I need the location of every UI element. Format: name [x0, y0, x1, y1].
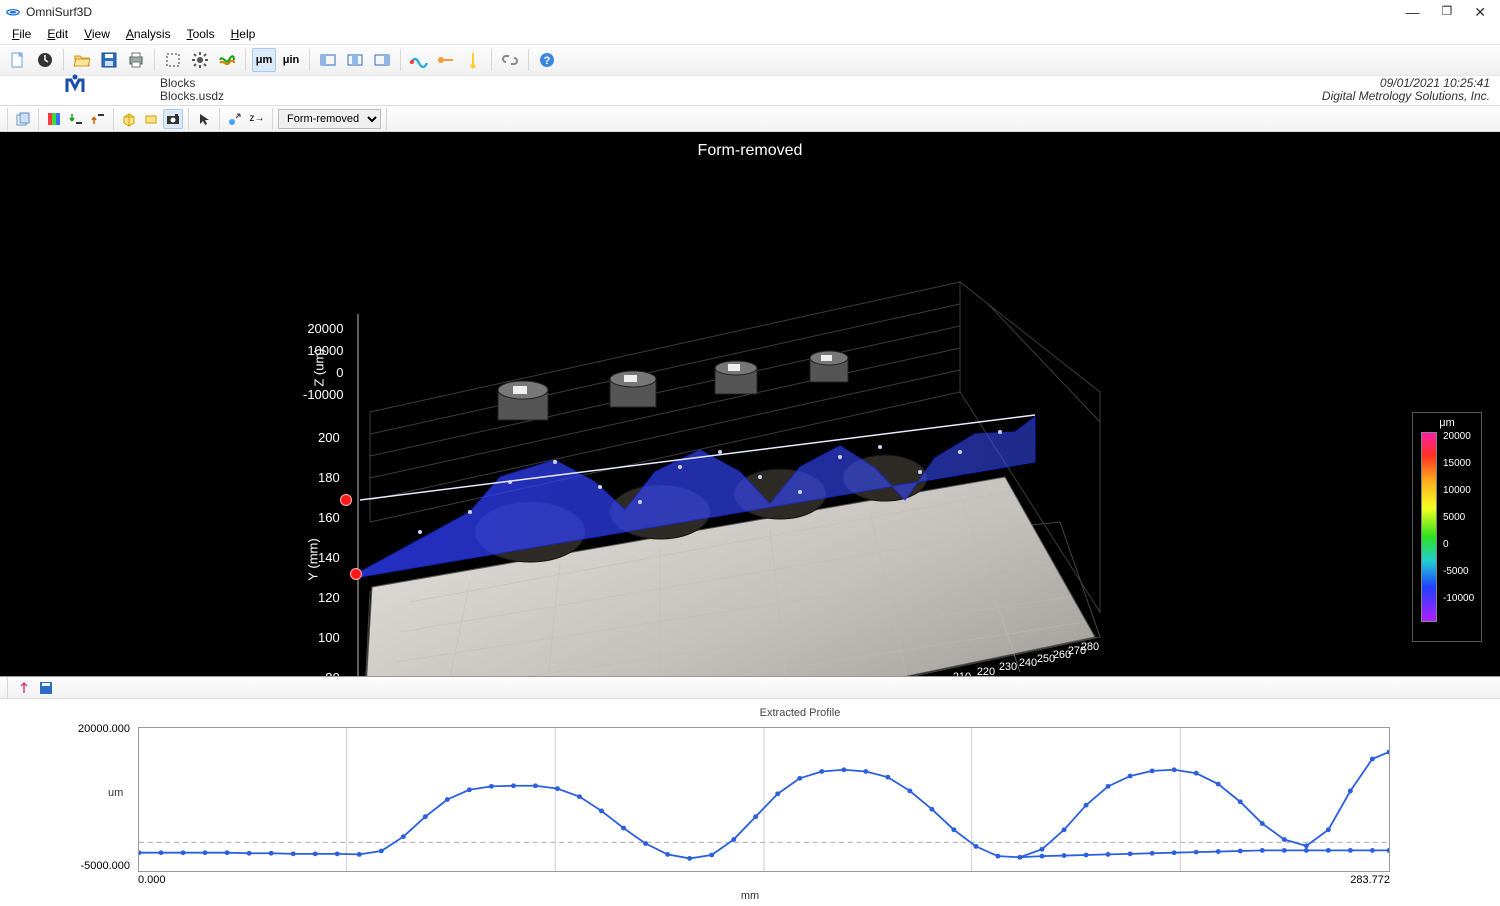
- crop-button[interactable]: [161, 48, 185, 72]
- camera-button[interactable]: [163, 109, 183, 129]
- profile-toolbar: [0, 677, 1500, 699]
- view-iso-button[interactable]: [119, 109, 139, 129]
- region-left-button[interactable]: [316, 48, 340, 72]
- menu-tools[interactable]: Tools: [181, 25, 221, 43]
- view-toolbar: z→ Form-removed: [0, 106, 1500, 132]
- profile-xmax: 283.772: [1350, 874, 1390, 886]
- units-um-button[interactable]: μm: [252, 48, 276, 72]
- marker-start[interactable]: [340, 494, 352, 506]
- surface-3d-plot[interactable]: 01020 304050 607080 90100110 120130140 1…: [0, 132, 1500, 676]
- profile-chart[interactable]: [138, 727, 1390, 872]
- profile-ymin: -5000.000: [70, 860, 130, 872]
- surface-3d-viewport[interactable]: Form-removed: [0, 132, 1500, 676]
- settings-button[interactable]: [188, 48, 212, 72]
- dataset-select[interactable]: Form-removed: [278, 109, 381, 129]
- link-button[interactable]: [498, 48, 522, 72]
- menu-view[interactable]: View: [78, 25, 116, 43]
- profile-pick-button[interactable]: [15, 679, 33, 697]
- window-controls: — ❐ ✕: [1406, 4, 1495, 21]
- svg-text:230: 230: [999, 661, 1017, 673]
- profile-ymax: 20000.000: [70, 723, 130, 735]
- region-mid-button[interactable]: [343, 48, 367, 72]
- titlebar: OmniSurf3D — ❐ ✕: [0, 0, 1500, 24]
- profile-panel: Extracted Profile 20000.000 -5000.000 um…: [0, 676, 1500, 906]
- app-title: OmniSurf3D: [26, 5, 92, 19]
- info-strip: Blocks Blocks.usdz 09/01/2021 10:25:41 D…: [0, 76, 1500, 106]
- menu-edit[interactable]: Edit: [41, 25, 74, 43]
- vertical-tool-button[interactable]: [461, 48, 485, 72]
- meta-info: 09/01/2021 10:25:41 Digital Metrology So…: [1322, 77, 1490, 103]
- colorbar-gradient: [1421, 432, 1437, 622]
- maximize-button[interactable]: ❐: [1442, 4, 1453, 21]
- file-name: Blocks.usdz: [160, 90, 224, 103]
- profile-title: Extracted Profile: [130, 703, 1470, 719]
- copy-view-button[interactable]: [13, 109, 33, 129]
- minimize-button[interactable]: —: [1406, 4, 1420, 21]
- extract-profile-button[interactable]: [407, 48, 431, 72]
- cursor-button[interactable]: [194, 109, 214, 129]
- svg-text:220: 220: [977, 666, 995, 676]
- level-down-button[interactable]: [66, 109, 86, 129]
- menu-help[interactable]: Help: [225, 25, 262, 43]
- close-button[interactable]: ✕: [1474, 4, 1486, 21]
- open-button[interactable]: [70, 48, 94, 72]
- marker-end[interactable]: [350, 568, 362, 580]
- key-tool-button[interactable]: [434, 48, 458, 72]
- timestamp: 09/01/2021 10:25:41: [1322, 77, 1490, 90]
- profile-yunit: um: [108, 787, 123, 799]
- recent-button[interactable]: [33, 48, 57, 72]
- help-button[interactable]: ?: [535, 48, 559, 72]
- main-toolbar: μm μin ?: [0, 44, 1500, 76]
- profile-xmin: 0.000: [138, 874, 166, 886]
- menubar: File Edit View Analysis Tools Help: [0, 24, 1500, 44]
- svg-text:240: 240: [1019, 657, 1037, 669]
- y-axis-label: Y (mm): [306, 538, 321, 580]
- colormode-button[interactable]: [44, 109, 64, 129]
- svg-text:210: 210: [953, 671, 971, 676]
- units-uin-button[interactable]: μin: [279, 48, 303, 72]
- print-button[interactable]: [124, 48, 148, 72]
- z-axis-label: Z (um): [312, 348, 327, 386]
- profile-save-button[interactable]: [37, 679, 55, 697]
- colorbar: μm 20000 15000 10000 5000 0 -5000 -10000: [1412, 412, 1482, 642]
- filter-button[interactable]: [215, 48, 239, 72]
- level-up-button[interactable]: [88, 109, 108, 129]
- svg-text:?: ?: [544, 55, 551, 67]
- scale-z-label-button[interactable]: z→: [247, 109, 267, 129]
- menu-file[interactable]: File: [6, 25, 37, 43]
- svg-text:280: 280: [1081, 641, 1099, 653]
- colorbar-unit: μm: [1417, 417, 1477, 429]
- new-file-button[interactable]: [6, 48, 30, 72]
- save-button[interactable]: [97, 48, 121, 72]
- region-right-button[interactable]: [370, 48, 394, 72]
- company-name: Digital Metrology Solutions, Inc.: [1322, 90, 1490, 103]
- y-axis-ticks: 200 180 160 140 120 100 80 60 40 20 0: [318, 418, 340, 676]
- file-title: Blocks: [160, 77, 224, 90]
- menu-analysis[interactable]: Analysis: [120, 25, 177, 43]
- colorbar-ticks: 20000 15000 10000 5000 0 -5000 -10000: [1443, 432, 1474, 621]
- profile-xunit: mm: [741, 890, 759, 902]
- view-top-button[interactable]: [141, 109, 161, 129]
- file-info: Blocks Blocks.usdz: [160, 77, 224, 103]
- app-icon: [6, 7, 20, 17]
- brand-m-icon: [64, 74, 86, 96]
- scale-z-button[interactable]: [225, 109, 245, 129]
